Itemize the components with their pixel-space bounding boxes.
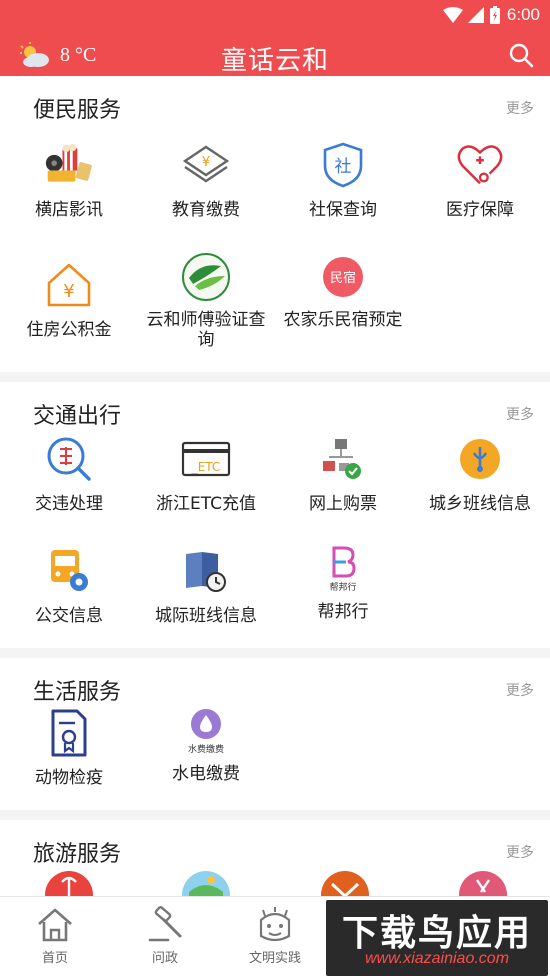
house-money-icon: ¥ bbox=[47, 263, 91, 307]
service-bus-info[interactable]: 公交信息 bbox=[0, 546, 138, 626]
gavel-icon bbox=[148, 906, 182, 942]
service-label: 帮邦行 bbox=[317, 602, 369, 622]
shebao-glyph: 社 bbox=[335, 157, 352, 177]
nav-tab-wenzheng[interactable]: 问政 bbox=[110, 905, 220, 966]
service-medical-insurance[interactable]: 医疗保障 bbox=[411, 140, 549, 220]
section-convenience: 便民服务 更多 横店影讯 ¥ 教育缴费 社 社保查询 医疗保障 ¥ 住房公积金 … bbox=[0, 76, 550, 372]
palm-beach-icon[interactable] bbox=[44, 870, 94, 896]
service-intercity-bus-info[interactable]: 城际班线信息 bbox=[137, 546, 275, 626]
route-info-icon bbox=[460, 439, 500, 479]
scenery-icon[interactable] bbox=[181, 870, 231, 896]
more-link[interactable]: 更多 bbox=[506, 842, 534, 862]
services-content[interactable]: 便民服务 更多 横店影讯 ¥ 教育缴费 社 社保查询 医疗保障 ¥ 住房公积金 … bbox=[0, 76, 550, 896]
service-label: 浙江ETC充值 bbox=[156, 494, 256, 514]
status-time: 6:00 bbox=[506, 5, 540, 24]
nav-label: 首页 bbox=[41, 951, 68, 966]
nav-tab-civilization-practice[interactable]: 文明实践 bbox=[220, 905, 330, 966]
health-heart-icon bbox=[457, 145, 503, 185]
utility-logo-text: 水费缴费 bbox=[187, 744, 224, 755]
service-label: 医疗保障 bbox=[446, 200, 514, 220]
section-travel-services: 旅游服务 更多 bbox=[0, 820, 550, 896]
service-education-fee[interactable]: ¥ 教育缴费 bbox=[137, 140, 275, 220]
wifi-icon bbox=[442, 7, 463, 23]
nav-label: 问政 bbox=[151, 951, 178, 966]
civilization-icon bbox=[259, 907, 291, 942]
watermark-url: www.xiazainiao.com bbox=[364, 950, 510, 967]
bangbangxing-logo-icon bbox=[332, 546, 356, 577]
service-utility-payment[interactable]: 水费缴费 水电缴费 bbox=[137, 704, 275, 784]
more-link[interactable]: 更多 bbox=[506, 680, 534, 700]
watermark-overlay: 下载鸟应用 www.xiazainiao.com bbox=[326, 900, 548, 976]
service-label: 交违处理 bbox=[35, 494, 103, 514]
status-bar: 6:00 bbox=[442, 4, 540, 26]
certificate-document-icon bbox=[51, 709, 87, 757]
more-link[interactable]: 更多 bbox=[506, 98, 534, 118]
service-hengdian-movies[interactable]: 横店影讯 bbox=[0, 140, 138, 220]
service-label: 公交信息 bbox=[35, 606, 103, 626]
shield-icon: 社 bbox=[323, 142, 363, 188]
etc-glyph: _ETC bbox=[191, 460, 221, 474]
service-label: 社保查询 bbox=[309, 200, 377, 220]
water-drop-icon bbox=[191, 708, 221, 739]
service-zhejiang-etc[interactable]: _ETC 浙江ETC充值 bbox=[137, 434, 275, 514]
service-label: 住房公积金 bbox=[26, 320, 112, 340]
yuan-symbol: ¥ bbox=[63, 281, 74, 302]
app-title: 童话云和 bbox=[220, 46, 329, 76]
service-online-ticket[interactable]: 网上购票 bbox=[274, 434, 412, 514]
service-social-security[interactable]: 社 社保查询 bbox=[274, 140, 412, 220]
battery-icon bbox=[489, 6, 500, 24]
education-payment-icon: ¥ bbox=[182, 145, 230, 183]
service-housing-fund[interactable]: ¥ 住房公积金 bbox=[0, 260, 138, 340]
schedule-book-icon bbox=[186, 552, 226, 592]
service-label: 农家乐民宿预定 bbox=[283, 310, 403, 330]
section-divider bbox=[0, 810, 550, 820]
service-traffic-violation[interactable]: 交违处理 bbox=[0, 434, 138, 514]
network-ticket-icon bbox=[323, 439, 361, 479]
minsu-glyph: 民宿 bbox=[330, 270, 356, 286]
section-title: 生活服务 bbox=[33, 680, 122, 705]
service-label: 城际班线信息 bbox=[155, 606, 257, 626]
section-title: 便民服务 bbox=[33, 98, 122, 123]
etc-card-icon: _ETC bbox=[181, 441, 231, 477]
search-icon[interactable] bbox=[508, 42, 534, 68]
watermark-text: 下载鸟应用 bbox=[341, 913, 532, 954]
travel-logo-icon[interactable] bbox=[320, 870, 370, 896]
section-divider bbox=[0, 372, 550, 382]
service-label: 横店影讯 bbox=[35, 200, 103, 220]
service-label: 水电缴费 bbox=[172, 764, 240, 784]
yunhe-master-logo-icon bbox=[182, 253, 230, 301]
section-life-services: 生活服务 更多 动物检疫 水费缴费 水电缴费 bbox=[0, 658, 550, 810]
signal-icon bbox=[467, 7, 484, 23]
yuan-symbol: ¥ bbox=[202, 155, 210, 170]
more-link[interactable]: 更多 bbox=[506, 404, 534, 424]
section-transportation: 交通出行 更多 交违处理 _ETC 浙江ETC充值 网上购票 城乡班线信息 公交… bbox=[0, 382, 550, 638]
service-rural-bus-info[interactable]: 城乡班线信息 bbox=[411, 434, 549, 514]
service-label: 网上购票 bbox=[309, 494, 377, 514]
service-label: 城乡班线信息 bbox=[429, 494, 531, 514]
service-farmstay-booking[interactable]: 民宿 农家乐民宿预定 bbox=[274, 250, 412, 330]
home-icon bbox=[38, 908, 72, 942]
nav-label: 文明实践 bbox=[248, 951, 301, 966]
homestay-icon: 民宿 bbox=[323, 257, 363, 297]
service-label: 动物检疫 bbox=[35, 768, 103, 788]
dining-icon[interactable] bbox=[458, 870, 508, 896]
bus-gear-icon bbox=[51, 550, 88, 591]
movie-tickets-icon bbox=[45, 143, 92, 182]
section-title: 交通出行 bbox=[33, 404, 122, 429]
service-animal-quarantine[interactable]: 动物检疫 bbox=[0, 708, 138, 788]
nav-tab-home[interactable]: 首页 bbox=[0, 905, 110, 966]
violation-search-icon bbox=[47, 437, 91, 481]
section-title: 旅游服务 bbox=[33, 842, 122, 867]
service-label: 云和师傅验证查询 bbox=[146, 310, 266, 350]
section-divider bbox=[0, 648, 550, 658]
service-yunhe-master-verify[interactable]: 云和师傅验证查询 bbox=[137, 250, 275, 350]
bangbangxing-logo-text: 帮邦行 bbox=[329, 582, 357, 593]
app-header: 6:00 8 °C 童话云和 bbox=[0, 0, 550, 76]
service-bangbangxing[interactable]: 帮邦行 帮邦行 bbox=[274, 542, 412, 622]
service-label: 教育缴费 bbox=[172, 200, 240, 220]
